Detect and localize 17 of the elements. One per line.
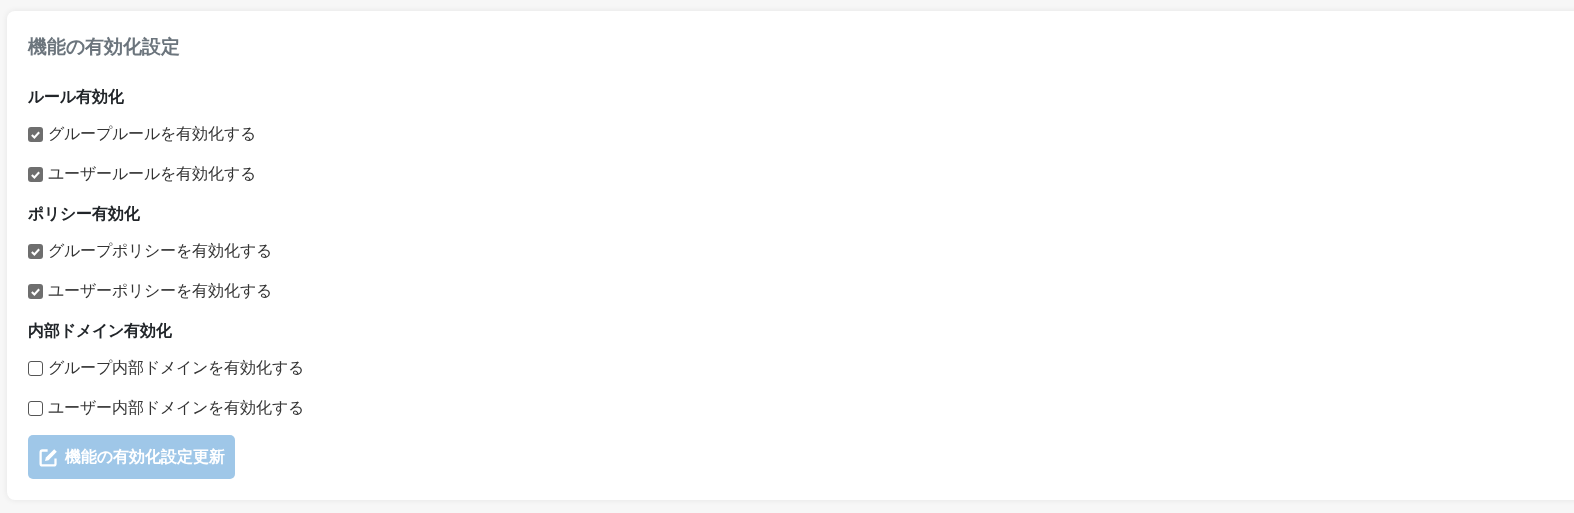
option-label: ユーザールールを有効化する [48,163,256,185]
section-heading: ルール有効化 [28,86,125,108]
edit-icon [38,446,59,468]
checkbox[interactable] [28,283,43,299]
option-label: ユーザー内部ドメインを有効化する [48,397,304,419]
checkbox[interactable] [28,360,43,376]
option-label: グループルールを有効化する [48,123,256,145]
checkbox[interactable] [28,166,43,182]
checkbox[interactable] [28,126,43,142]
option-label: グループポリシーを有効化する [48,240,272,262]
option-label: グループ内部ドメインを有効化する [48,357,304,379]
section-heading: 内部ドメイン有効化 [28,320,173,342]
checkbox[interactable] [28,400,43,416]
option-label: ユーザーポリシーを有効化する [48,280,272,302]
card-title: 機能の有効化設定 [28,34,181,59]
section-heading: ポリシー有効化 [28,203,141,225]
checkbox[interactable] [28,243,43,259]
